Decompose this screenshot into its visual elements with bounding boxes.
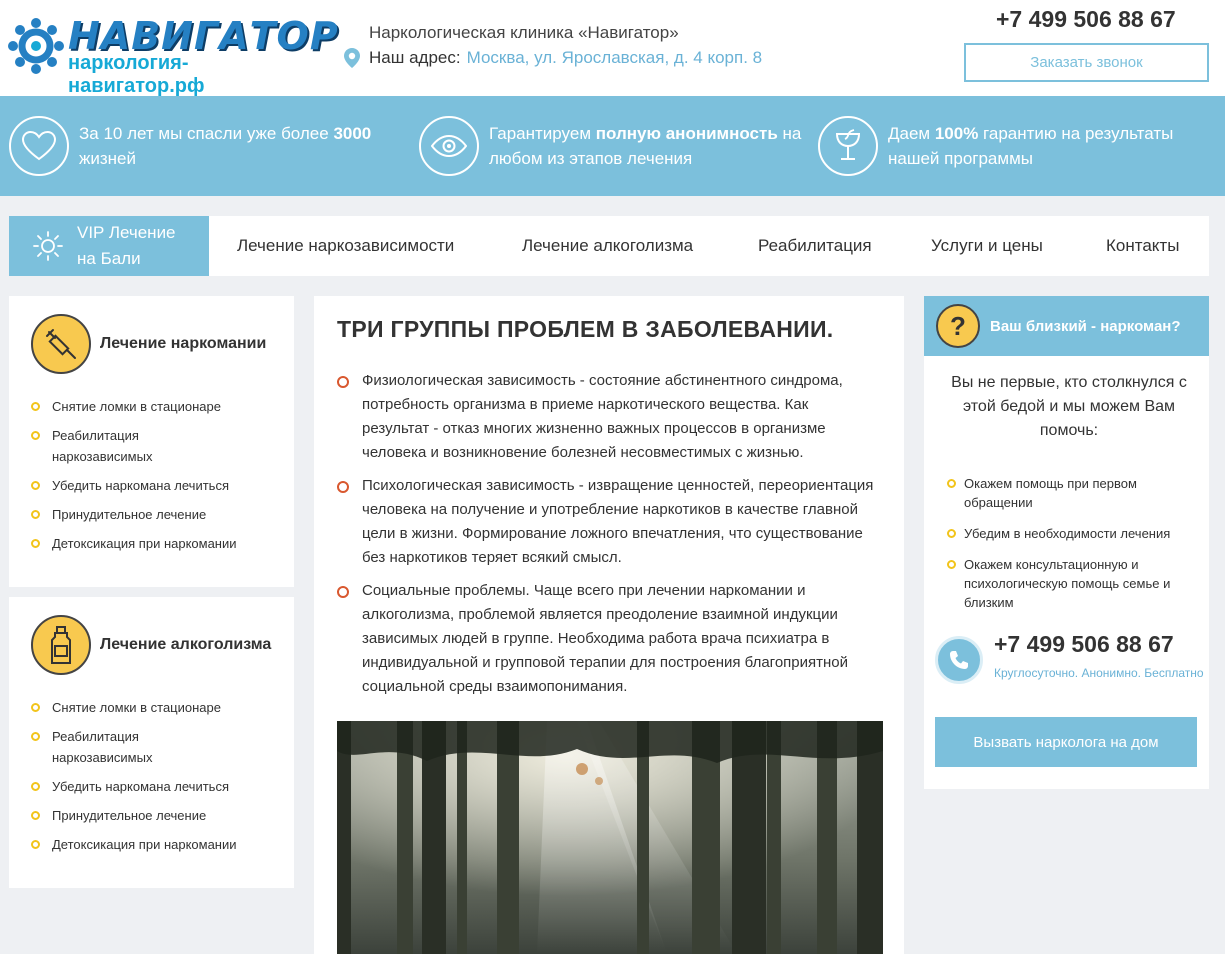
pharmacy-cup-icon bbox=[818, 116, 878, 176]
alcohol-treatment-card: Лечение алкоголизма Снятие ломки в стаци… bbox=[9, 597, 294, 888]
address: Наш адрес: Москва, ул. Ярославская, д. 4… bbox=[343, 48, 762, 68]
nav-item-alcohol-treatment[interactable]: Лечение алкоголизма bbox=[522, 216, 693, 276]
list-item[interactable]: Детоксикация при наркомании bbox=[29, 834, 239, 855]
list-item[interactable]: Убедить наркомана лечиться bbox=[29, 475, 239, 496]
list-item: Психологическая зависимость - извращение… bbox=[336, 474, 876, 570]
call-narcologist-button[interactable]: Вызвать нарколога на дом bbox=[935, 717, 1197, 767]
clinic-name: Наркологическая клиника «Навигатор» bbox=[369, 23, 679, 42]
page-title: ТРИ ГРУППЫ ПРОБЛЕМ В ЗАБОЛЕВАНИИ. bbox=[337, 316, 834, 342]
address-label: Наш адрес: bbox=[369, 48, 461, 67]
list-item[interactable]: Снятие ломки в стационаре bbox=[29, 396, 239, 417]
feature-anonymity: Гарантируем полную анонимность на любом … bbox=[419, 116, 809, 176]
card-title: Лечение наркомании bbox=[100, 335, 267, 352]
site-header: НАВИГАТОР наркология-навигатор.рф Наркол… bbox=[0, 0, 1225, 97]
list-item: Социальные проблемы. Чаще всего при лече… bbox=[336, 579, 876, 699]
problem-list: Физиологическая зависимость - состояние … bbox=[336, 369, 876, 708]
list-item[interactable]: Снятие ломки в стационаре bbox=[29, 697, 239, 718]
card-title: Лечение алкоголизма bbox=[100, 636, 272, 653]
nav-item-services-prices[interactable]: Услуги и цены bbox=[931, 216, 1043, 276]
logo-domain: наркология-навигатор.рф bbox=[68, 52, 205, 97]
heart-icon bbox=[9, 116, 69, 176]
feature-text: За 10 лет мы спасли уже более 3000 жизне… bbox=[79, 124, 372, 168]
map-pin-icon bbox=[344, 48, 360, 68]
bottle-icon bbox=[31, 615, 91, 675]
nav-item-vip-bali[interactable]: VIP Лечение на Бали bbox=[9, 216, 209, 276]
features-band: За 10 лет мы спасли уже более 3000 жизне… bbox=[0, 96, 1225, 196]
syringe-icon bbox=[31, 314, 91, 374]
list-item[interactable]: Убедить наркомана лечиться bbox=[29, 776, 239, 797]
list-item: Окажем помощь при первом обращении bbox=[946, 474, 1196, 512]
drug-treatment-card: Лечение наркомании Снятие ломки в стацио… bbox=[9, 296, 294, 587]
gear-logo-icon bbox=[8, 18, 64, 74]
site-logo[interactable]: НАВИГАТОР наркология-навигатор.рф bbox=[8, 14, 338, 97]
list-item[interactable]: Реабилитация наркозависимых bbox=[29, 726, 239, 768]
forest-photo bbox=[337, 721, 883, 954]
phone-icon bbox=[935, 636, 983, 684]
help-card-header: ? Ваш близкий - наркоман? bbox=[924, 296, 1209, 356]
address-value[interactable]: Москва, ул. Ярославская, д. 4 корп. 8 bbox=[467, 48, 762, 68]
help-phone[interactable]: +7 499 506 88 67 bbox=[994, 631, 1174, 658]
alcohol-treatment-list: Снятие ломки в стационаре Реабилитация н… bbox=[29, 697, 239, 863]
list-item: Убедим в необходимости лечения bbox=[946, 524, 1196, 543]
list-item[interactable]: Реабилитация наркозависимых bbox=[29, 425, 239, 467]
nav-item-contacts[interactable]: Контакты bbox=[1106, 216, 1179, 276]
main-content: ТРИ ГРУППЫ ПРОБЛЕМ В ЗАБОЛЕВАНИИ. Физиол… bbox=[314, 296, 904, 954]
drug-treatment-list: Снятие ломки в стационаре Реабилитация н… bbox=[29, 396, 239, 562]
main-nav: VIP Лечение на Бали Лечение наркозависим… bbox=[9, 216, 1209, 276]
help-intro: Вы не первые, кто столкнулся с этой бедо… bbox=[951, 374, 1187, 439]
nav-item-drug-treatment[interactable]: Лечение наркозависимости bbox=[237, 216, 454, 276]
list-item[interactable]: Детоксикация при наркомании bbox=[29, 533, 239, 554]
nav-item-rehabilitation[interactable]: Реабилитация bbox=[758, 216, 872, 276]
list-item: Физиологическая зависимость - состояние … bbox=[336, 369, 876, 465]
eye-icon bbox=[419, 116, 479, 176]
feature-lives: За 10 лет мы спасли уже более 3000 жизне… bbox=[9, 116, 389, 176]
phone-note: Круглосуточно. Анонимно. Бесплатно bbox=[994, 666, 1204, 680]
header-phone[interactable]: +7 499 506 88 67 bbox=[996, 6, 1176, 33]
list-item: Окажем консультационную и психологическу… bbox=[946, 555, 1196, 612]
feature-text: Гарантируем полную анонимность на любом … bbox=[489, 124, 802, 168]
nav-vip-label: VIP Лечение на Бали bbox=[77, 223, 176, 268]
callback-button[interactable]: Заказать звонок bbox=[964, 43, 1209, 82]
feature-guarantee: Даем 100% гарантию на результаты нашей п… bbox=[818, 116, 1188, 176]
help-card-title: Ваш близкий - наркоман? bbox=[990, 317, 1181, 335]
list-item[interactable]: Принудительное лечение bbox=[29, 504, 239, 525]
sun-icon bbox=[33, 231, 63, 261]
feature-text: Даем 100% гарантию на результаты нашей п… bbox=[888, 124, 1174, 168]
help-list: Окажем помощь при первом обращении Убеди… bbox=[946, 474, 1196, 624]
question-icon: ? bbox=[936, 304, 980, 348]
help-card: ? Ваш близкий - наркоман? Вы не первые, … bbox=[924, 296, 1209, 789]
list-item[interactable]: Принудительное лечение bbox=[29, 805, 239, 826]
